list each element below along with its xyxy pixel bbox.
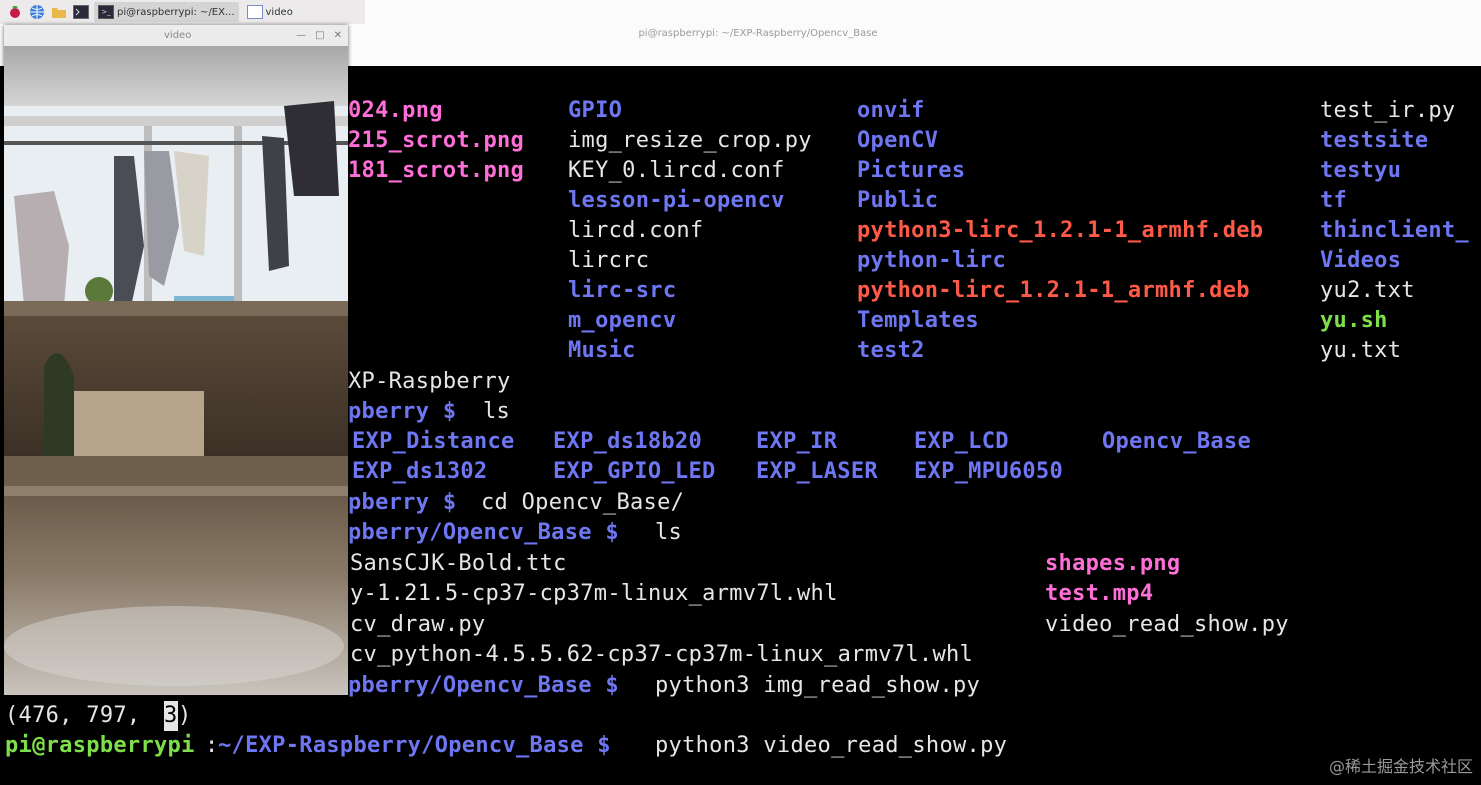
terminal-text: EXP_Distance bbox=[352, 429, 515, 454]
terminal-text: python3 img_read_show.py bbox=[655, 673, 981, 698]
terminal-titlebar[interactable]: pi@raspberrypi: ~/EXP-Raspberry/Opencv_B… bbox=[365, 0, 1481, 66]
terminal-text: SansCJK-Bold.ttc bbox=[350, 551, 567, 576]
terminal-text: OpenCV bbox=[857, 128, 939, 153]
terminal-text: pi@raspberrypi bbox=[5, 733, 195, 758]
terminal-text: ) bbox=[178, 703, 192, 728]
terminal-text: EXP_ds1302 bbox=[352, 459, 488, 484]
taskbar-task-label: video bbox=[265, 6, 293, 18]
terminal-text: testyu bbox=[1320, 158, 1402, 183]
terminal-text: thinclient_ bbox=[1320, 218, 1469, 243]
window-icon bbox=[246, 5, 263, 19]
taskbar: >_ pi@raspberrypi: ~/EX... video bbox=[0, 0, 365, 24]
terminal-text: 3 bbox=[164, 701, 178, 731]
terminal-icon: >_ bbox=[98, 5, 114, 19]
taskbar-task-terminal[interactable]: >_ pi@raspberrypi: ~/EX... bbox=[94, 2, 239, 22]
web-browser-icon[interactable] bbox=[28, 3, 46, 21]
terminal-text: EXP_ds18b20 bbox=[553, 429, 702, 454]
video-window-titlebar[interactable]: video — □ ✕ bbox=[4, 25, 348, 46]
terminal-text: 024.png bbox=[348, 98, 443, 123]
terminal-text: test.mp4 bbox=[1045, 581, 1154, 606]
terminal-text: : bbox=[205, 733, 219, 758]
terminal-text: GPIO bbox=[568, 98, 623, 123]
terminal-text: testsite bbox=[1320, 128, 1429, 153]
terminal-text: 215_scrot.png bbox=[348, 128, 525, 153]
video-window[interactable]: video — □ ✕ bbox=[4, 25, 348, 695]
terminal-text: Videos bbox=[1320, 248, 1402, 273]
terminal-text: EXP_IR bbox=[756, 429, 838, 454]
terminal-text: test_ir.py bbox=[1320, 98, 1456, 123]
terminal-text: EXP_MPU6050 bbox=[914, 459, 1063, 484]
terminal-text: lircd.conf bbox=[568, 218, 704, 243]
terminal-text: EXP_LASER bbox=[756, 459, 878, 484]
terminal-text: 181_scrot.png bbox=[348, 158, 525, 183]
terminal-text: yu.sh bbox=[1320, 308, 1388, 333]
terminal-text: python-lirc bbox=[857, 248, 1006, 273]
close-icon[interactable]: ✕ bbox=[334, 30, 342, 41]
raspberry-menu-icon[interactable] bbox=[6, 3, 24, 21]
terminal-text: lesson-pi-opencv bbox=[568, 188, 785, 213]
terminal-text: KEY_0.lircd.conf bbox=[568, 158, 785, 183]
terminal-text: onvif bbox=[857, 98, 925, 123]
terminal-text: Opencv_Base bbox=[1102, 429, 1251, 454]
terminal-text: pberry $ bbox=[348, 399, 457, 424]
terminal-text: shapes.png bbox=[1045, 551, 1181, 576]
terminal-text: XP-Raspberry bbox=[348, 369, 511, 394]
terminal-text: Pictures bbox=[857, 158, 966, 183]
terminal-text: ~/EXP-Raspberry/Opencv_Base $ bbox=[218, 733, 611, 758]
terminal-text: tf bbox=[1320, 188, 1348, 213]
maximize-icon[interactable]: □ bbox=[315, 30, 324, 41]
window-title: video bbox=[164, 30, 192, 41]
terminal-text: python-lirc_1.2.1-1_armhf.deb bbox=[857, 278, 1250, 303]
terminal-text: EXP_LCD bbox=[914, 429, 1009, 454]
terminal-text: lircrc bbox=[568, 248, 650, 273]
terminal-text: python3-lirc_1.2.1-1_armhf.deb bbox=[857, 218, 1264, 243]
terminal-text: (476, 797, bbox=[5, 703, 154, 728]
watermark: @稀土掘金技术社区 bbox=[1328, 757, 1473, 776]
terminal-text: yu.txt bbox=[1320, 338, 1402, 363]
terminal-text: python3 video_read_show.py bbox=[655, 733, 1008, 758]
terminal-text: ls bbox=[483, 399, 511, 424]
file-manager-icon[interactable] bbox=[50, 3, 68, 21]
terminal-text: pberry/Opencv_Base $ bbox=[348, 520, 619, 545]
terminal-text: ls bbox=[655, 520, 683, 545]
terminal-text: Public bbox=[857, 188, 939, 213]
terminal-text: lirc-src bbox=[568, 278, 677, 303]
terminal-text: Music bbox=[568, 338, 636, 363]
terminal-text: pberry/Opencv_Base $ bbox=[348, 673, 619, 698]
video-frame bbox=[4, 46, 348, 695]
terminal-text: EXP_GPIO_LED bbox=[553, 459, 716, 484]
terminal-text: y-1.21.5-cp37-cp37m-linux_armv7l.whl bbox=[350, 581, 838, 606]
terminal-text: m_opencv bbox=[568, 308, 677, 333]
window-title: pi@raspberrypi: ~/EXP-Raspberry/Opencv_B… bbox=[638, 27, 878, 39]
video-frame-image bbox=[4, 46, 348, 695]
terminal-text: video_read_show.py bbox=[1045, 612, 1289, 637]
minimize-icon[interactable]: — bbox=[296, 30, 306, 41]
terminal-text: Templates bbox=[857, 308, 979, 333]
taskbar-task-video[interactable]: video bbox=[243, 2, 297, 22]
terminal-text: pberry $ bbox=[348, 490, 457, 515]
terminal-text: yu2.txt bbox=[1320, 278, 1415, 303]
terminal-text: cv_draw.py bbox=[350, 612, 486, 637]
terminal-text: cd Opencv_Base/ bbox=[481, 490, 685, 515]
terminal-text: img_resize_crop.py bbox=[568, 128, 812, 153]
terminal-text: cv_python-4.5.5.62-cp37-cp37m-linux_armv… bbox=[350, 642, 974, 667]
terminal-text: test2 bbox=[857, 338, 925, 363]
terminal-launcher-icon[interactable] bbox=[72, 3, 90, 21]
taskbar-task-label: pi@raspberrypi: ~/EX... bbox=[117, 6, 235, 18]
